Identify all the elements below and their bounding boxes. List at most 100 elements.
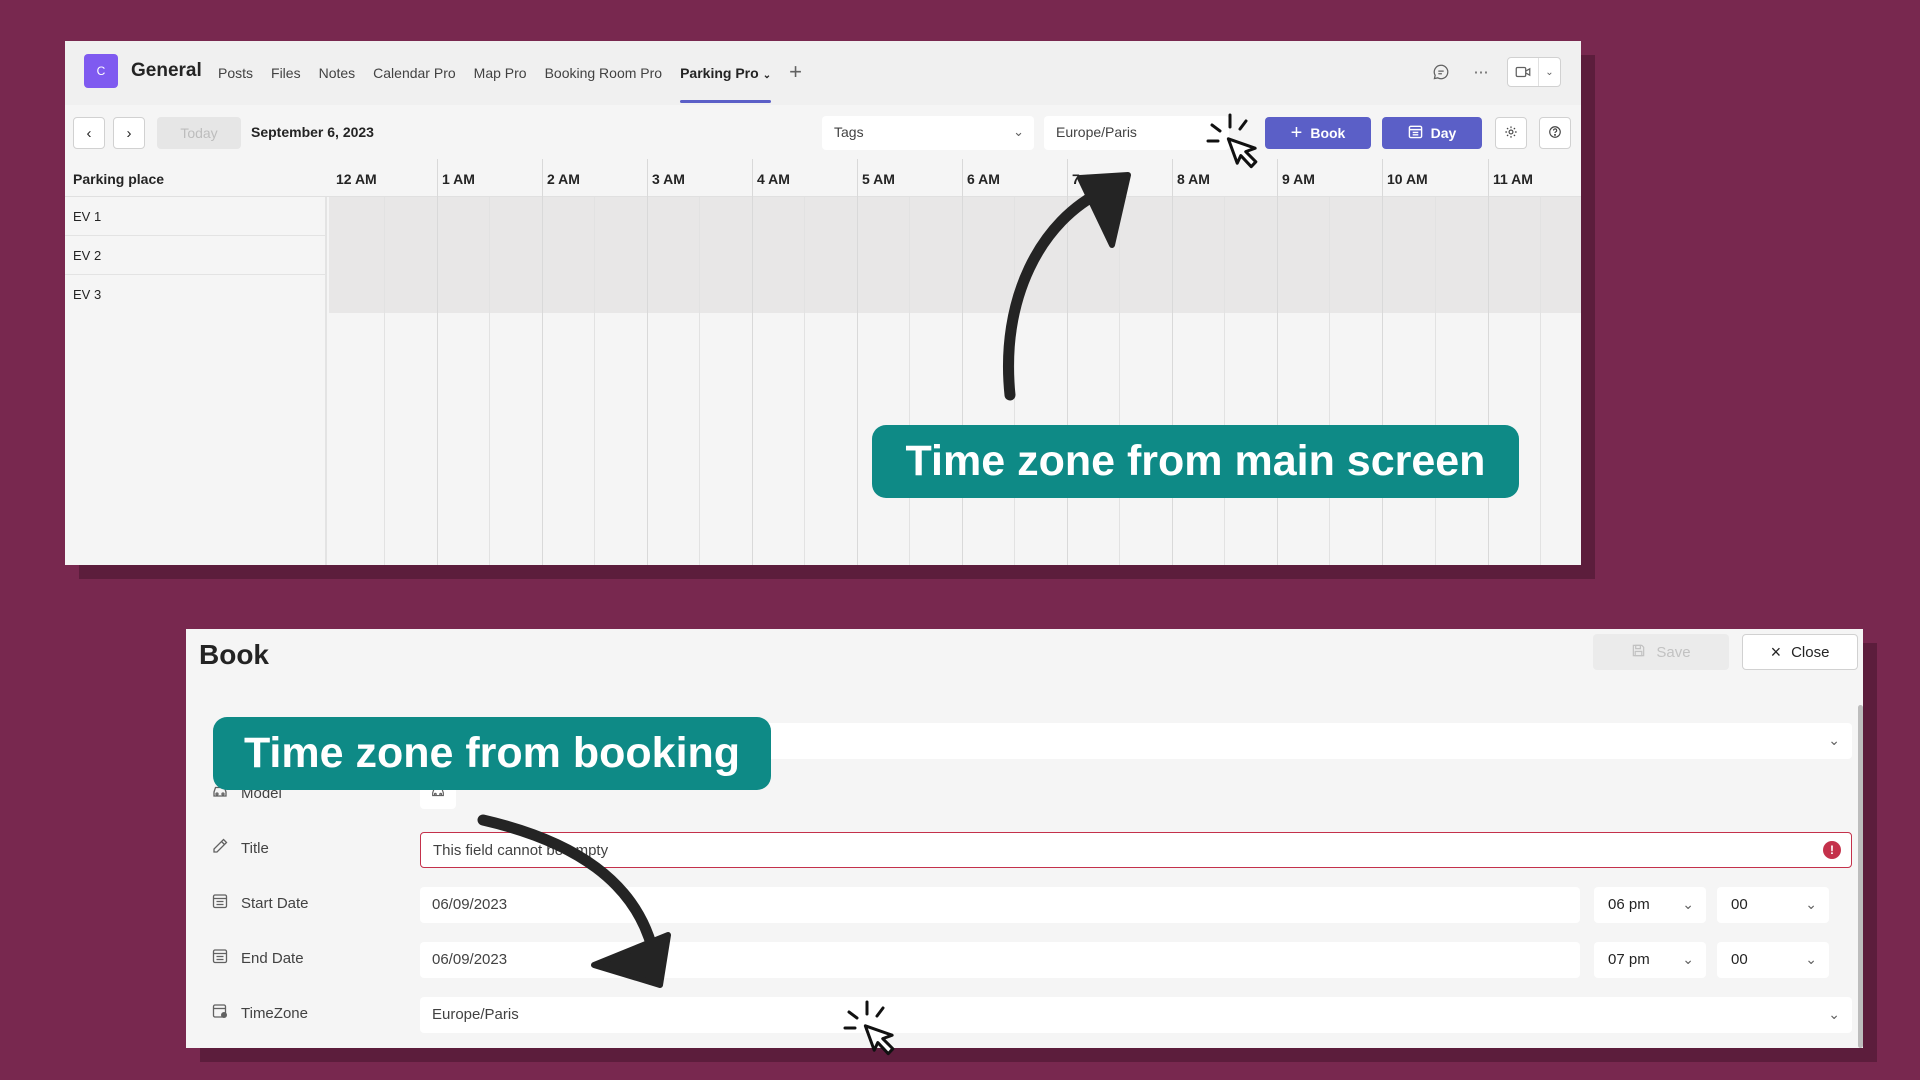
dialog-scrollbar[interactable] [1858,705,1863,1048]
book-button-label: Book [1310,125,1346,141]
help-button[interactable] [1539,117,1571,149]
book-button[interactable]: + Book [1265,117,1371,149]
grid-line [909,197,910,565]
top-right-actions: ⋯ ⌄ [1427,57,1561,87]
add-tab-plus-icon[interactable]: + [789,41,802,105]
hour-label: 8 AM [1177,171,1210,187]
hour-label: 3 AM [652,171,685,187]
more-options-icon[interactable]: ⋯ [1467,58,1495,86]
chat-icon[interactable] [1427,58,1455,86]
save-button-label: Save [1656,643,1691,661]
previous-day-button[interactable]: ‹ [73,117,105,149]
end-date-value: 06/09/2023 [432,951,508,968]
start-date-label: Start Date [211,892,309,914]
chevron-down-icon[interactable]: ⌄ [1538,58,1560,86]
close-icon: × [1770,641,1782,662]
parking-rows-band[interactable] [329,197,1581,313]
tags-dropdown[interactable]: Tags ⌄ [822,116,1034,150]
calendar-clock-icon [211,1002,229,1024]
chevron-down-icon: ⌄ [1013,124,1024,139]
parking-schedule-grid: Parking place 12 AM 1 AM 2 AM 3 AM 4 AM … [65,159,1581,565]
tab-calendar-pro[interactable]: Calendar Pro [373,41,456,105]
end-minute-value: 00 [1731,951,1748,968]
teams-top-bar: C General Posts Files Notes Calendar Pro… [65,41,1581,105]
timezone-value: Europe/Paris [1056,124,1137,140]
parking-row-ev2: EV 2 [73,248,102,263]
tab-booking-room-pro[interactable]: Booking Room Pro [545,41,663,105]
close-button-label: Close [1791,643,1830,661]
hour-label: 11 AM [1493,171,1533,187]
grid-line [857,159,858,565]
hour-label: 2 AM [547,171,580,187]
parking-row-ev3: EV 3 [73,287,102,302]
start-hour-select[interactable]: 06 pm ⌄ [1594,887,1706,923]
parking-row-ev1: EV 1 [73,209,102,224]
calendar-icon [211,947,229,969]
meet-button-group: ⌄ [1507,57,1561,87]
callout-booking: Time zone from booking [213,717,771,790]
timezone-label-text: TimeZone [241,1004,308,1022]
start-date-value: 06/09/2023 [432,896,508,913]
start-date-input[interactable]: 06/09/2023 [420,887,1580,923]
hour-label: 6 AM [967,171,1000,187]
grid-line [1172,159,1173,565]
save-button[interactable]: Save [1593,634,1729,670]
grid-line [542,159,543,565]
grid-line [752,159,753,565]
title-label-text: Title [241,839,269,857]
timezone-dropdown[interactable]: Europe/Paris ⌄ [420,997,1852,1033]
timezone-selector[interactable]: Europe/Paris [1044,116,1229,150]
grid-line [699,197,700,565]
end-hour-select[interactable]: 07 pm ⌄ [1594,942,1706,978]
grid-line [1014,197,1015,565]
tab-notes[interactable]: Notes [319,41,356,105]
tab-parking-pro[interactable]: Parking Pro ⌄ [680,41,771,105]
grid-line [489,197,490,565]
grid-line [1119,197,1120,565]
grid-line [1382,159,1383,565]
grid-line [1488,159,1489,565]
close-button[interactable]: × Close [1742,634,1858,670]
chevron-left-icon: ‹ [86,124,92,142]
grid-line [1435,197,1436,565]
video-camera-icon[interactable] [1508,58,1538,86]
chevron-down-icon: ⌄ [1805,951,1817,967]
save-icon [1631,643,1646,662]
tab-files[interactable]: Files [271,41,301,105]
settings-button[interactable] [1495,117,1527,149]
end-minute-select[interactable]: 00 ⌄ [1717,942,1829,978]
callout-main-screen: Time zone from main screen [872,425,1519,498]
grid-line [1067,159,1068,565]
dialog-title: Book [199,639,269,670]
plus-icon: + [1290,121,1303,144]
grid-line [1540,197,1541,565]
chevron-down-icon: ⌄ [1682,896,1694,912]
tab-map-pro[interactable]: Map Pro [474,41,527,105]
calendar-toolbar: ‹ › Today September 6, 2023 Tags ⌄ Europ… [65,105,1581,159]
title-label: Title [211,837,269,859]
start-minute-value: 00 [1731,896,1748,913]
grid-line [384,197,385,565]
timezone-label: TimeZone [211,1002,308,1024]
pencil-icon [211,837,229,859]
today-button[interactable]: Today [157,117,241,149]
parking-place-header: Parking place [73,171,165,187]
chevron-down-icon: ⌄ [762,70,772,81]
next-day-button[interactable]: › [113,117,145,149]
tab-posts[interactable]: Posts [218,41,253,105]
gear-icon [1504,125,1518,142]
title-error-text: This field cannot be empty [433,842,609,859]
start-minute-select[interactable]: 00 ⌄ [1717,887,1829,923]
end-date-label-text: End Date [241,949,304,967]
hour-label: 7 AM [1072,171,1105,187]
team-avatar[interactable]: C [84,54,118,88]
day-view-button[interactable]: Day [1382,117,1482,149]
hour-label: 1 AM [442,171,475,187]
end-date-input[interactable]: 06/09/2023 [420,942,1580,978]
tags-placeholder: Tags [834,124,864,140]
grid-line [1224,197,1225,565]
team-name: General [131,60,202,81]
day-view-label: Day [1430,125,1457,141]
title-input[interactable]: This field cannot be empty ! [420,832,1852,868]
row-divider [65,235,327,236]
